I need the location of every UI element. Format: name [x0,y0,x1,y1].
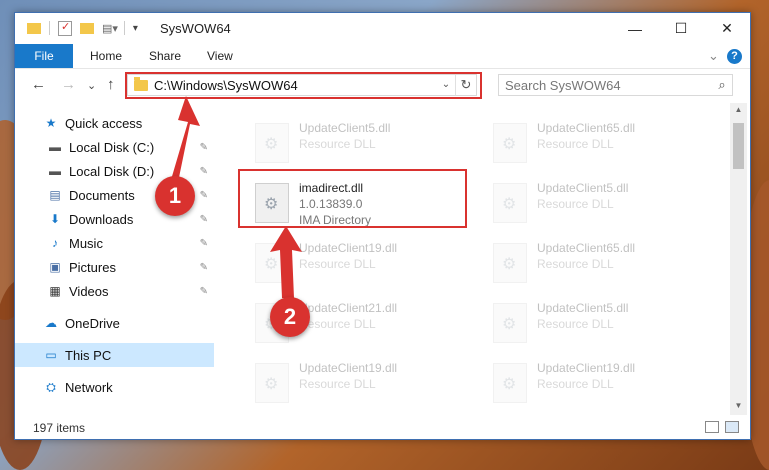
step-marker-1: 1 [155,176,195,216]
step-marker-2: 2 [270,297,310,337]
arrow-2-icon [270,226,302,298]
annotation-arrows [168,96,302,298]
